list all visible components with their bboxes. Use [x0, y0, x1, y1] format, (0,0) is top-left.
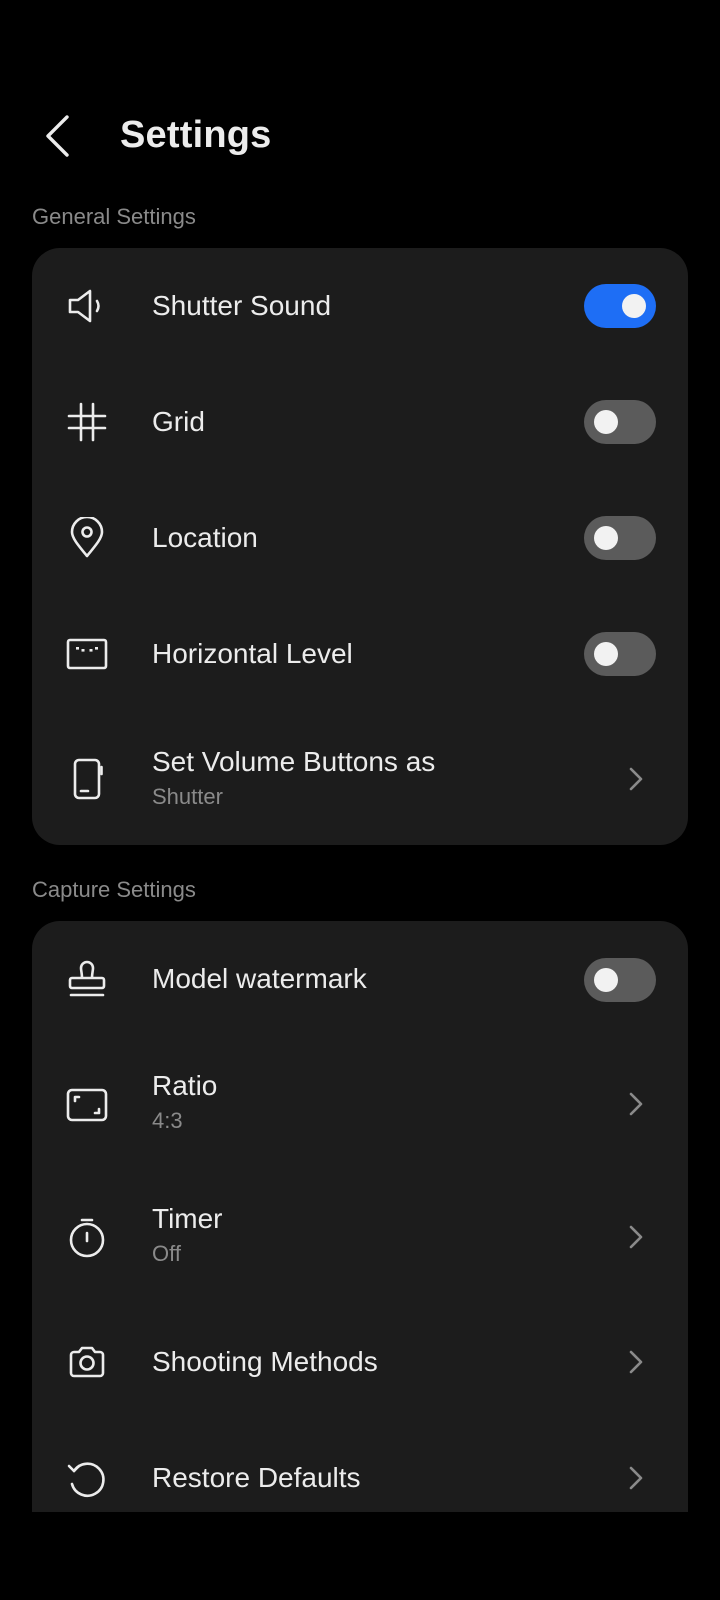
- setting-row-horizontal-level[interactable]: Horizontal Level: [32, 596, 688, 712]
- timer-icon: [66, 1217, 108, 1259]
- location-pin-icon: [66, 517, 108, 559]
- toggle-knob: [594, 642, 618, 666]
- chevron-left-icon: [43, 114, 73, 158]
- setting-title: Horizontal Level: [152, 638, 353, 669]
- section-label-capture: Capture Settings: [32, 877, 196, 902]
- toggle-knob: [594, 410, 618, 434]
- camera-icon: [66, 1341, 108, 1383]
- section-label-general: General Settings: [32, 204, 196, 229]
- toggle-knob: [594, 526, 618, 550]
- restore-icon: [66, 1457, 108, 1499]
- setting-row-grid[interactable]: Grid: [32, 364, 688, 480]
- setting-title: Grid: [152, 406, 205, 437]
- grid-toggle[interactable]: [584, 400, 656, 444]
- chevron-right-icon: [624, 1225, 648, 1249]
- back-button[interactable]: [28, 106, 88, 166]
- general-settings-card: Shutter Sound Grid Location Horizontal L…: [32, 248, 688, 845]
- setting-title: Shutter Sound: [152, 290, 332, 321]
- chevron-right-icon: [624, 1092, 648, 1116]
- setting-row-ratio[interactable]: Ratio 4:3: [32, 1038, 688, 1171]
- setting-row-timer[interactable]: Timer Off: [32, 1171, 688, 1304]
- toggle-knob: [622, 294, 646, 318]
- setting-title: Location: [152, 522, 258, 553]
- speaker-icon: [66, 285, 108, 327]
- setting-title: Shooting Methods: [152, 1346, 378, 1377]
- setting-title: Ratio: [152, 1070, 218, 1101]
- setting-title: Model watermark: [152, 963, 367, 994]
- grid-icon: [66, 401, 108, 443]
- chevron-right-icon: [624, 1466, 648, 1490]
- setting-title: Set Volume Buttons as: [152, 746, 436, 777]
- setting-row-restore-defaults[interactable]: Restore Defaults: [32, 1420, 688, 1512]
- page-title: Settings: [120, 114, 272, 156]
- setting-row-volume-buttons[interactable]: Set Volume Buttons as Shutter: [32, 712, 688, 845]
- horizontal-level-toggle[interactable]: [584, 632, 656, 676]
- setting-row-shooting-methods[interactable]: Shooting Methods: [32, 1304, 688, 1420]
- setting-value: Off: [152, 1241, 181, 1266]
- phone-volume-icon: [66, 758, 108, 800]
- chevron-right-icon: [624, 1350, 648, 1374]
- capture-settings-card: Model watermark Ratio 4:3 Timer Off Shoo…: [32, 921, 688, 1512]
- setting-title: Timer: [152, 1203, 223, 1234]
- setting-value: Shutter: [152, 784, 223, 809]
- model-watermark-toggle[interactable]: [584, 958, 656, 1002]
- location-toggle[interactable]: [584, 516, 656, 560]
- setting-value: 4:3: [152, 1108, 183, 1133]
- setting-row-location[interactable]: Location: [32, 480, 688, 596]
- ratio-frame-icon: [66, 1084, 108, 1126]
- horizontal-level-icon: [66, 633, 108, 675]
- stamp-icon: [66, 958, 108, 1000]
- chevron-right-icon: [624, 767, 648, 791]
- setting-title: Restore Defaults: [152, 1462, 361, 1493]
- setting-row-model-watermark[interactable]: Model watermark: [32, 921, 688, 1038]
- setting-row-shutter-sound[interactable]: Shutter Sound: [32, 248, 688, 364]
- toggle-knob: [594, 968, 618, 992]
- app-header: Settings: [0, 96, 720, 176]
- shutter-sound-toggle[interactable]: [584, 284, 656, 328]
